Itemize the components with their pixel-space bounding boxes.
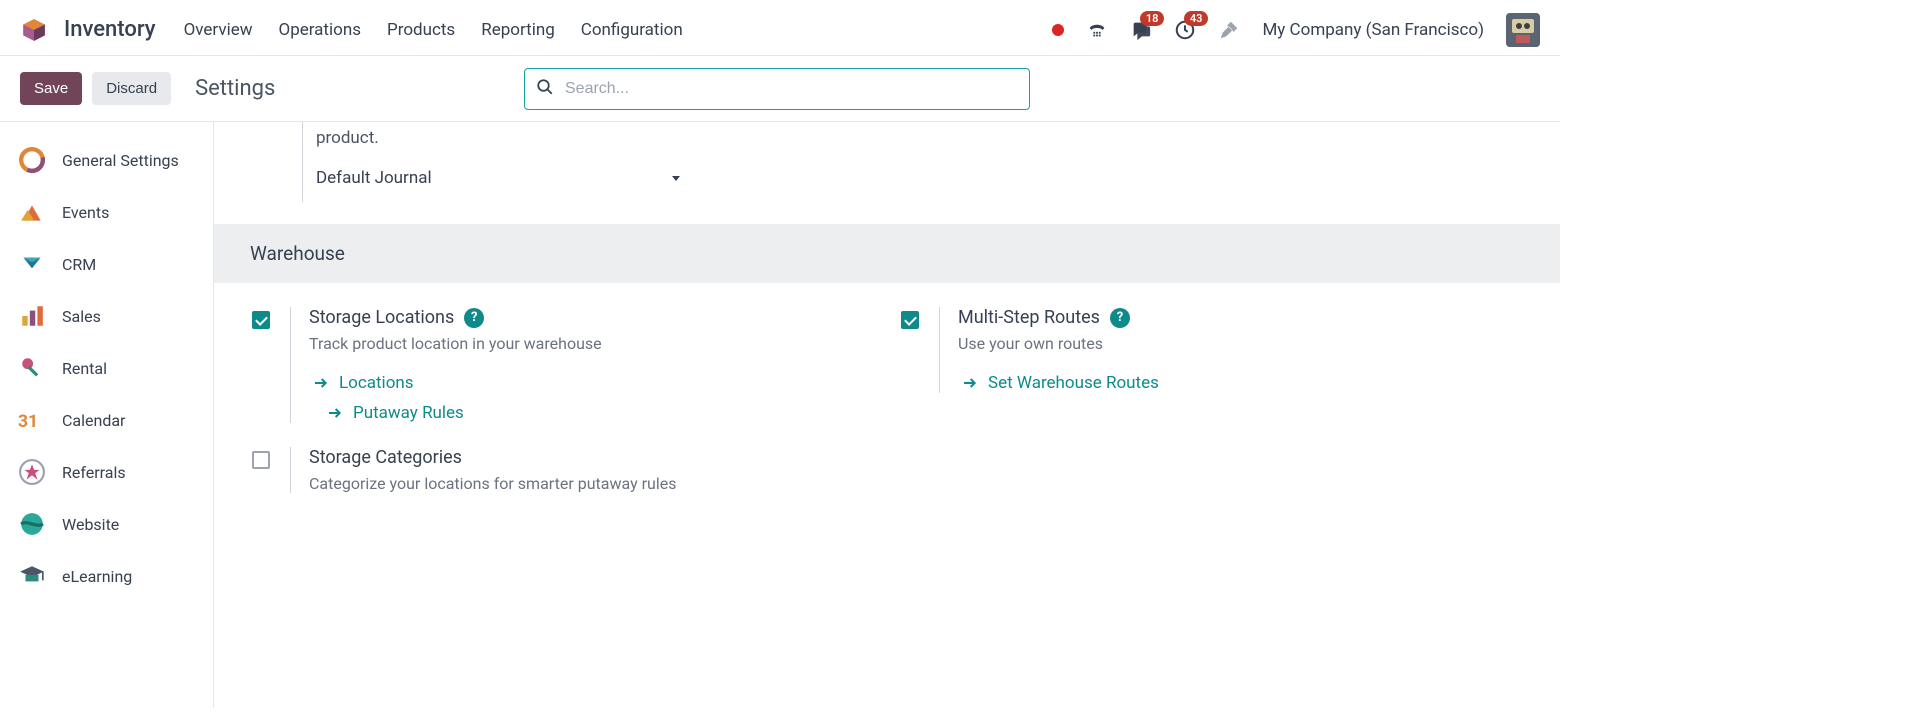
control-bar: Save Discard Settings (0, 56, 1560, 122)
sidebar-item-calendar[interactable]: 31 Calendar (0, 394, 213, 446)
activities-icon[interactable]: 43 (1174, 19, 1196, 41)
sidebar-item-website[interactable]: Website (0, 498, 213, 550)
company-selector[interactable]: My Company (San Francisco) (1262, 20, 1484, 40)
link-label: Set Warehouse Routes (988, 373, 1159, 393)
messages-icon[interactable]: 18 (1130, 19, 1152, 41)
sidebar-item-elearning[interactable]: eLearning (0, 550, 213, 602)
sidebar-item-general-settings[interactable]: General Settings (0, 134, 213, 186)
sidebar-item-label: Website (62, 515, 119, 534)
general-settings-icon (18, 146, 46, 174)
events-icon (18, 198, 46, 226)
systray: 18 43 My Company (San Francisco) (1052, 13, 1540, 47)
sidebar-item-events[interactable]: Events (0, 186, 213, 238)
search-wrap (524, 68, 1030, 110)
checkbox-storage-categories[interactable] (252, 451, 270, 469)
svg-text:31: 31 (18, 412, 38, 432)
help-icon[interactable]: ? (1110, 308, 1130, 328)
link-putaway-rules[interactable]: Putaway Rules (309, 403, 602, 423)
arrow-right-icon (327, 405, 343, 421)
sidebar-item-label: eLearning (62, 567, 132, 586)
user-avatar[interactable] (1506, 13, 1540, 47)
messages-badge: 18 (1140, 11, 1165, 26)
menu-overview[interactable]: Overview (184, 20, 253, 40)
top-menu: Overview Operations Products Reporting C… (184, 20, 683, 40)
sidebar-item-label: Calendar (62, 411, 125, 430)
search-input[interactable] (524, 68, 1030, 110)
save-button[interactable]: Save (20, 72, 82, 105)
settings-sidebar: General Settings Events CRM Sales Rental (0, 122, 214, 708)
setting-title: Multi-Step Routes (958, 307, 1100, 328)
sidebar-item-label: Referrals (62, 463, 126, 482)
help-icon[interactable]: ? (464, 308, 484, 328)
voip-icon[interactable] (1086, 19, 1108, 41)
checkbox-multistep-routes[interactable] (901, 311, 919, 329)
link-label: Locations (339, 373, 414, 393)
section-header-warehouse: Warehouse (214, 224, 1560, 283)
settings-main: product. Default Journal Warehouse Stora… (214, 122, 1560, 708)
recording-indicator-icon[interactable] (1052, 24, 1064, 36)
checkbox-storage-locations[interactable] (252, 311, 270, 329)
sales-icon (18, 302, 46, 330)
discard-button[interactable]: Discard (92, 72, 171, 105)
menu-reporting[interactable]: Reporting (481, 20, 555, 40)
link-set-warehouse-routes[interactable]: Set Warehouse Routes (958, 373, 1159, 393)
setting-title: Storage Locations (309, 307, 454, 328)
menu-operations[interactable]: Operations (279, 20, 362, 40)
menu-configuration[interactable]: Configuration (581, 20, 683, 40)
menu-products[interactable]: Products (387, 20, 455, 40)
app-title[interactable]: Inventory (64, 17, 156, 42)
link-locations[interactable]: Locations (309, 373, 602, 393)
setting-multistep-routes: Multi-Step Routes ? Use your own routes … (899, 307, 1524, 393)
calendar-icon: 31 (18, 406, 46, 434)
sidebar-item-label: CRM (62, 255, 96, 274)
tools-icon[interactable] (1218, 19, 1240, 41)
chevron-down-icon (670, 172, 682, 184)
arrow-right-icon (962, 375, 978, 391)
sidebar-item-crm[interactable]: CRM (0, 238, 213, 290)
default-journal-select[interactable] (452, 172, 682, 184)
setting-title: Storage Categories (309, 447, 462, 468)
setting-storage-categories: Storage Categories Categorize your locat… (250, 447, 875, 493)
link-label: Putaway Rules (353, 403, 464, 423)
app-logo-icon[interactable] (20, 16, 48, 44)
sidebar-item-label: Events (62, 203, 109, 222)
default-journal-label: Default Journal (316, 168, 432, 188)
crm-icon (18, 250, 46, 278)
sidebar-item-referrals[interactable]: Referrals (0, 446, 213, 498)
referrals-icon (18, 458, 46, 486)
breadcrumb: Settings (195, 76, 275, 101)
sidebar-item-label: Rental (62, 359, 107, 378)
rental-icon (18, 354, 46, 382)
website-icon (18, 510, 46, 538)
setting-storage-locations: Storage Locations ? Track product locati… (250, 307, 875, 423)
sidebar-item-rental[interactable]: Rental (0, 342, 213, 394)
activities-badge: 43 (1184, 11, 1209, 26)
sidebar-item-sales[interactable]: Sales (0, 290, 213, 342)
sidebar-item-label: General Settings (62, 151, 179, 170)
arrow-right-icon (313, 375, 329, 391)
top-navbar: Inventory Overview Operations Products R… (0, 0, 1560, 56)
elearning-icon (18, 562, 46, 590)
setting-desc: Use your own routes (958, 334, 1159, 353)
setting-desc: Track product location in your warehouse (309, 334, 602, 353)
setting-desc: Categorize your locations for smarter pu… (309, 474, 676, 493)
search-icon (536, 78, 554, 100)
sidebar-item-label: Sales (62, 307, 101, 326)
partial-setting-desc: product. (214, 122, 1560, 148)
